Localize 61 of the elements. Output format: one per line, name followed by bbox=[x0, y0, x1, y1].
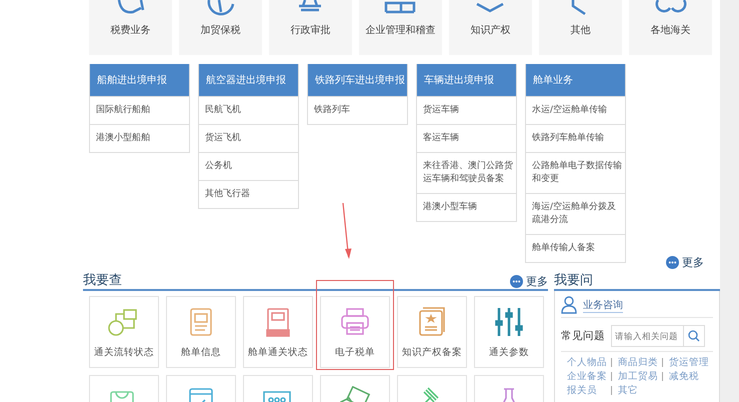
menu-header[interactable]: 车辆进出境申报 bbox=[417, 64, 516, 96]
person-icon bbox=[560, 296, 577, 314]
menu-item[interactable]: 客运车辆 bbox=[417, 124, 516, 152]
menu-item[interactable]: 公务机 bbox=[199, 152, 298, 180]
query-label: 舱单通关状态 bbox=[248, 346, 308, 358]
menu-item[interactable]: 货运车辆 bbox=[417, 96, 516, 124]
section-title: 我要查 bbox=[83, 272, 122, 289]
more-icon bbox=[510, 275, 523, 288]
menu-item[interactable]: 海运/空运舱单分拨及疏港分流 bbox=[526, 193, 625, 234]
building-icon bbox=[382, 0, 418, 16]
search-button[interactable] bbox=[682, 325, 705, 347]
category-label: 其他 bbox=[570, 24, 590, 37]
menu-header[interactable]: 舱单业务 bbox=[526, 64, 625, 96]
category-tile[interactable]: 加贸保税 bbox=[179, 0, 262, 55]
menu-item[interactable]: 铁路列车 bbox=[308, 96, 407, 124]
category-label: 企业管理和稽查 bbox=[366, 24, 436, 37]
category-label: 行政审批 bbox=[290, 24, 330, 37]
menu-item[interactable]: 国际航行船舶 bbox=[90, 96, 189, 124]
category-label: 各地海关 bbox=[650, 24, 690, 37]
query-tile[interactable]: 知识产权备案 bbox=[397, 296, 467, 368]
more-icon bbox=[666, 256, 679, 269]
menu-item[interactable]: 货运飞机 bbox=[199, 124, 298, 152]
pointer-arrow bbox=[341, 202, 353, 260]
query-tile[interactable]: 舱单通关状态 bbox=[243, 296, 313, 368]
menu-item[interactable]: 水运/空运舱单传输 bbox=[526, 96, 625, 124]
search-field[interactable]: 请输入相关问题 bbox=[610, 325, 683, 347]
query-label: 通关流转状态 bbox=[94, 346, 154, 358]
category-tile[interactable]: 其他 bbox=[539, 0, 622, 55]
category-label: 加贸保税 bbox=[200, 24, 240, 37]
menu-item[interactable]: 民航飞机 bbox=[199, 96, 298, 124]
more-link[interactable]: 更多 bbox=[510, 274, 548, 289]
query-label: 舱单信息 bbox=[181, 346, 221, 358]
query-tile[interactable]: 电子税单 bbox=[320, 296, 390, 368]
query-label: 通关参数 bbox=[489, 346, 529, 358]
menu-item[interactable]: 舱单传输人备案 bbox=[526, 234, 625, 262]
menu-item[interactable]: 铁路列车舱单传输 bbox=[526, 124, 625, 152]
menu-item[interactable]: 来往香港、澳门公路货运车辆和驾驶员备案 bbox=[417, 152, 516, 193]
search-icon bbox=[688, 330, 700, 342]
menu-item[interactable]: 公路舱单电子数据传输和变更 bbox=[526, 152, 625, 193]
category-tile[interactable]: 企业管理和稽查 bbox=[359, 0, 442, 55]
query-tile[interactable]: 通关流转状态 bbox=[89, 296, 159, 368]
menu-header[interactable]: 船舶进出境申报 bbox=[90, 64, 189, 96]
section-title: 我要问 bbox=[554, 272, 593, 289]
query-label: 电子税单 bbox=[335, 346, 375, 358]
menu-item[interactable]: 其他飞行器 bbox=[199, 180, 298, 208]
category-label: 知识产权 bbox=[470, 24, 510, 37]
category-label: 税费业务 bbox=[110, 24, 150, 37]
menu-header[interactable]: 铁路列车进出境申报 bbox=[308, 64, 407, 96]
menu-header[interactable]: 航空器进出境申报 bbox=[199, 64, 298, 96]
category-tile[interactable]: 各地海关 bbox=[629, 0, 712, 55]
query-tile[interactable]: 通关参数 bbox=[474, 296, 544, 368]
query-label: 知识产权备案 bbox=[402, 346, 462, 358]
query-tile[interactable]: 舱单信息 bbox=[166, 296, 236, 368]
menu-item[interactable]: 港澳小型车辆 bbox=[417, 193, 516, 221]
category-tile[interactable]: 知识产权 bbox=[449, 0, 532, 55]
more-link[interactable]: 更多 bbox=[666, 255, 704, 270]
category-tile[interactable]: 税费业务 bbox=[89, 0, 172, 55]
category-tile[interactable]: 行政审批 bbox=[269, 0, 352, 55]
faq-label: 常见问题 bbox=[560, 329, 605, 343]
consult-link[interactable]: 业务咨询 bbox=[582, 298, 623, 312]
menu-item[interactable]: 港澳小型船舶 bbox=[90, 124, 189, 152]
